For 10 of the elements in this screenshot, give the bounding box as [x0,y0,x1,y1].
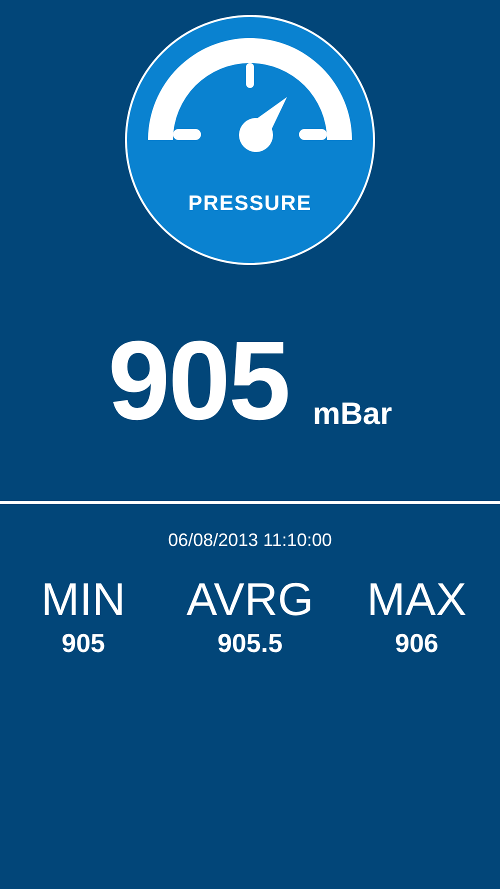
stat-value: 905.5 [217,630,283,656]
stat-label: AVRG [186,576,314,622]
pressure-value: 905 [108,325,289,437]
stat-label: MIN [41,576,126,622]
stat-value: 906 [394,630,438,656]
gauge-label: PRESSURE [188,193,312,214]
timestamp: 06/08/2013 11:10:00 [168,531,332,549]
stat-value: 905 [62,630,106,656]
pressure-unit: mBar [312,398,392,429]
stat-label: MAX [366,576,467,622]
